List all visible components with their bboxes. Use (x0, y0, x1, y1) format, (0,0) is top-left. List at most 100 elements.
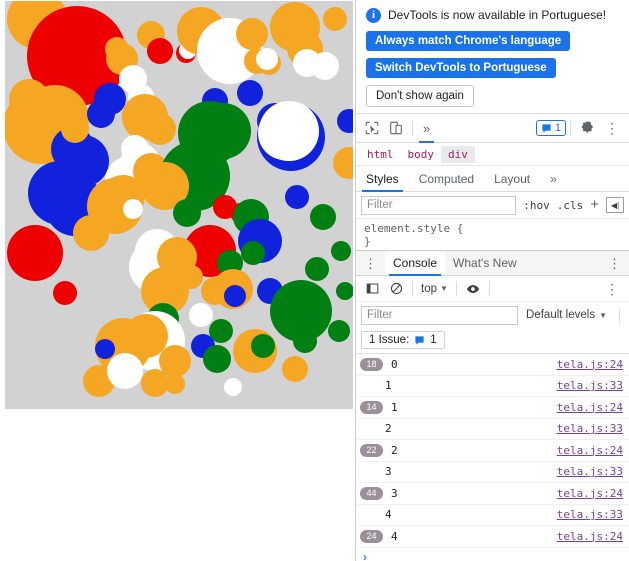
bubble (328, 320, 350, 342)
console-log-source-link[interactable]: tela.js:33 (557, 465, 623, 478)
bubble (123, 199, 143, 219)
bubble (311, 52, 339, 80)
console-log-source-link[interactable]: tela.js:24 (557, 358, 623, 371)
console-log-source-link[interactable]: tela.js:24 (557, 487, 623, 500)
console-log-row[interactable]: 1 tela.js:33 (356, 376, 629, 397)
bubble (61, 115, 89, 143)
console-log-source-link[interactable]: tela.js:24 (557, 401, 623, 414)
bubbles-canvas[interactable] (5, 1, 353, 409)
live-expression-icon[interactable] (461, 277, 485, 301)
console-log-row[interactable]: 3 tela.js:33 (356, 462, 629, 483)
issues-counter-button[interactable]: 1 (535, 120, 566, 136)
console-log-message: 2 (391, 443, 398, 457)
toolbar-divider (412, 120, 413, 136)
console-log-source-link[interactable]: tela.js:24 (557, 530, 623, 543)
console-toolbar: top ▼ ⋮ (356, 276, 629, 302)
bubble (224, 285, 246, 307)
inspect-element-icon[interactable] (360, 116, 384, 140)
console-log-row[interactable]: 14 1 tela.js:24 (356, 397, 629, 419)
console-filter-row: Filter Default levels ▼ (356, 302, 629, 328)
element-style-close: } (364, 235, 371, 248)
kebab-menu-icon[interactable]: ⋮ (599, 121, 625, 135)
bubble (173, 199, 201, 227)
bubble (310, 204, 336, 230)
console-log-source-link[interactable]: tela.js:24 (557, 444, 623, 457)
log-levels-label: Default levels (526, 309, 596, 321)
console-toolbar-divider-2 (455, 281, 457, 296)
tab-layout[interactable]: Layout (484, 167, 540, 191)
gear-icon[interactable] (575, 116, 599, 140)
console-sidebar-icon[interactable] (360, 277, 384, 301)
bubble (119, 65, 147, 93)
console-repeat-count-badge: 14 (360, 400, 383, 414)
dont-show-again-button[interactable]: Don't show again (366, 85, 474, 107)
tab-whats-new[interactable]: What's New (445, 252, 525, 275)
always-match-chrome-language-button[interactable]: Always match Chrome's language (366, 31, 571, 51)
sidebar-toggle-icon[interactable]: ◀| (606, 197, 624, 213)
bubble (337, 109, 353, 133)
gear-glyph (581, 121, 593, 133)
devtools-panel: i DevTools is now available in Portugues… (355, 0, 629, 561)
device-toolbar-icon[interactable] (384, 116, 408, 140)
console-log-row[interactable]: 4 tela.js:33 (356, 505, 629, 526)
locale-notice-buttons: Always match Chrome's language Switch De… (366, 31, 619, 107)
bubble (305, 257, 329, 281)
console-log-source-link[interactable]: tela.js:33 (557, 379, 623, 392)
console-issues-bar: 1 Issue: 1 (356, 328, 629, 354)
eye-glyph (466, 284, 480, 293)
console-settings-gear-icon[interactable]: ⋮ (599, 282, 625, 296)
breadcrumb-item-html[interactable]: html (360, 146, 401, 163)
console-sidebar-glyph (366, 283, 378, 294)
bubble (144, 113, 176, 145)
console-log-message: 2 (385, 422, 392, 436)
bubble (237, 80, 263, 106)
locale-notice: i DevTools is now available in Portugues… (356, 0, 629, 113)
styles-pane-tabs: Styles Computed Layout » (356, 166, 629, 192)
tab-console[interactable]: Console (385, 251, 446, 276)
switch-devtools-to-portuguese-button[interactable]: Switch DevTools to Portuguese (366, 58, 556, 78)
console-log-row[interactable]: 22 2 tela.js:24 (356, 440, 629, 462)
bubble (282, 356, 308, 382)
bubble (258, 106, 312, 160)
devtools-main-toolbar: » 1 ⋮ (356, 113, 629, 143)
execution-context-selector[interactable]: top ▼ (417, 283, 452, 295)
more-panels-chevron[interactable]: » (417, 121, 436, 143)
tab-styles[interactable]: Styles (356, 167, 409, 192)
console-log-row[interactable]: 18 0 tela.js:24 (356, 354, 629, 376)
tab-computed[interactable]: Computed (409, 167, 484, 191)
breadcrumb-item-body[interactable]: body (401, 146, 442, 163)
issues-summary-button[interactable]: 1 Issue: 1 (361, 331, 445, 349)
clear-console-icon[interactable] (384, 277, 408, 301)
drawer-right-kebab-menu-icon[interactable]: ⋮ (600, 257, 629, 270)
console-log-source-link[interactable]: tela.js:33 (557, 508, 623, 521)
styles-filter-input[interactable]: Filter (361, 195, 517, 215)
web-page-pane (0, 0, 355, 561)
bubble (141, 369, 169, 397)
console-repeat-count-badge: 44 (360, 486, 383, 500)
console-log-row[interactable]: 24 4 tela.js:24 (356, 526, 629, 548)
console-log-row[interactable]: 44 3 tela.js:24 (356, 483, 629, 505)
console-prompt[interactable]: › (356, 548, 629, 561)
bubble (285, 185, 309, 209)
console-filter-input[interactable]: Filter (361, 305, 519, 325)
console-log-message: 3 (391, 486, 398, 500)
breadcrumb-item-div[interactable]: div (441, 145, 475, 163)
locale-notice-message-row: i DevTools is now available in Portugues… (366, 8, 619, 23)
hov-toggle[interactable]: :hov (523, 199, 550, 212)
inspect-element-glyph (365, 121, 379, 135)
console-log-message: 1 (391, 400, 398, 414)
bubbles-svg (5, 1, 353, 397)
info-icon: i (366, 8, 381, 23)
bubble (251, 334, 275, 358)
bubble (293, 329, 317, 353)
bubble (87, 100, 115, 128)
log-levels-selector[interactable]: Default levels ▼ (526, 309, 607, 321)
console-log-row[interactable]: 2 tela.js:33 (356, 419, 629, 440)
styles-pane-overflow-chevron[interactable]: » (540, 167, 567, 191)
bubble (256, 48, 278, 70)
cls-toggle[interactable]: .cls (557, 199, 584, 212)
drawer-kebab-menu-icon[interactable]: ⋮ (356, 257, 385, 270)
console-log-message: 0 (391, 357, 398, 371)
new-style-rule-button[interactable]: + (590, 197, 599, 212)
console-log-source-link[interactable]: tela.js:33 (557, 422, 623, 435)
